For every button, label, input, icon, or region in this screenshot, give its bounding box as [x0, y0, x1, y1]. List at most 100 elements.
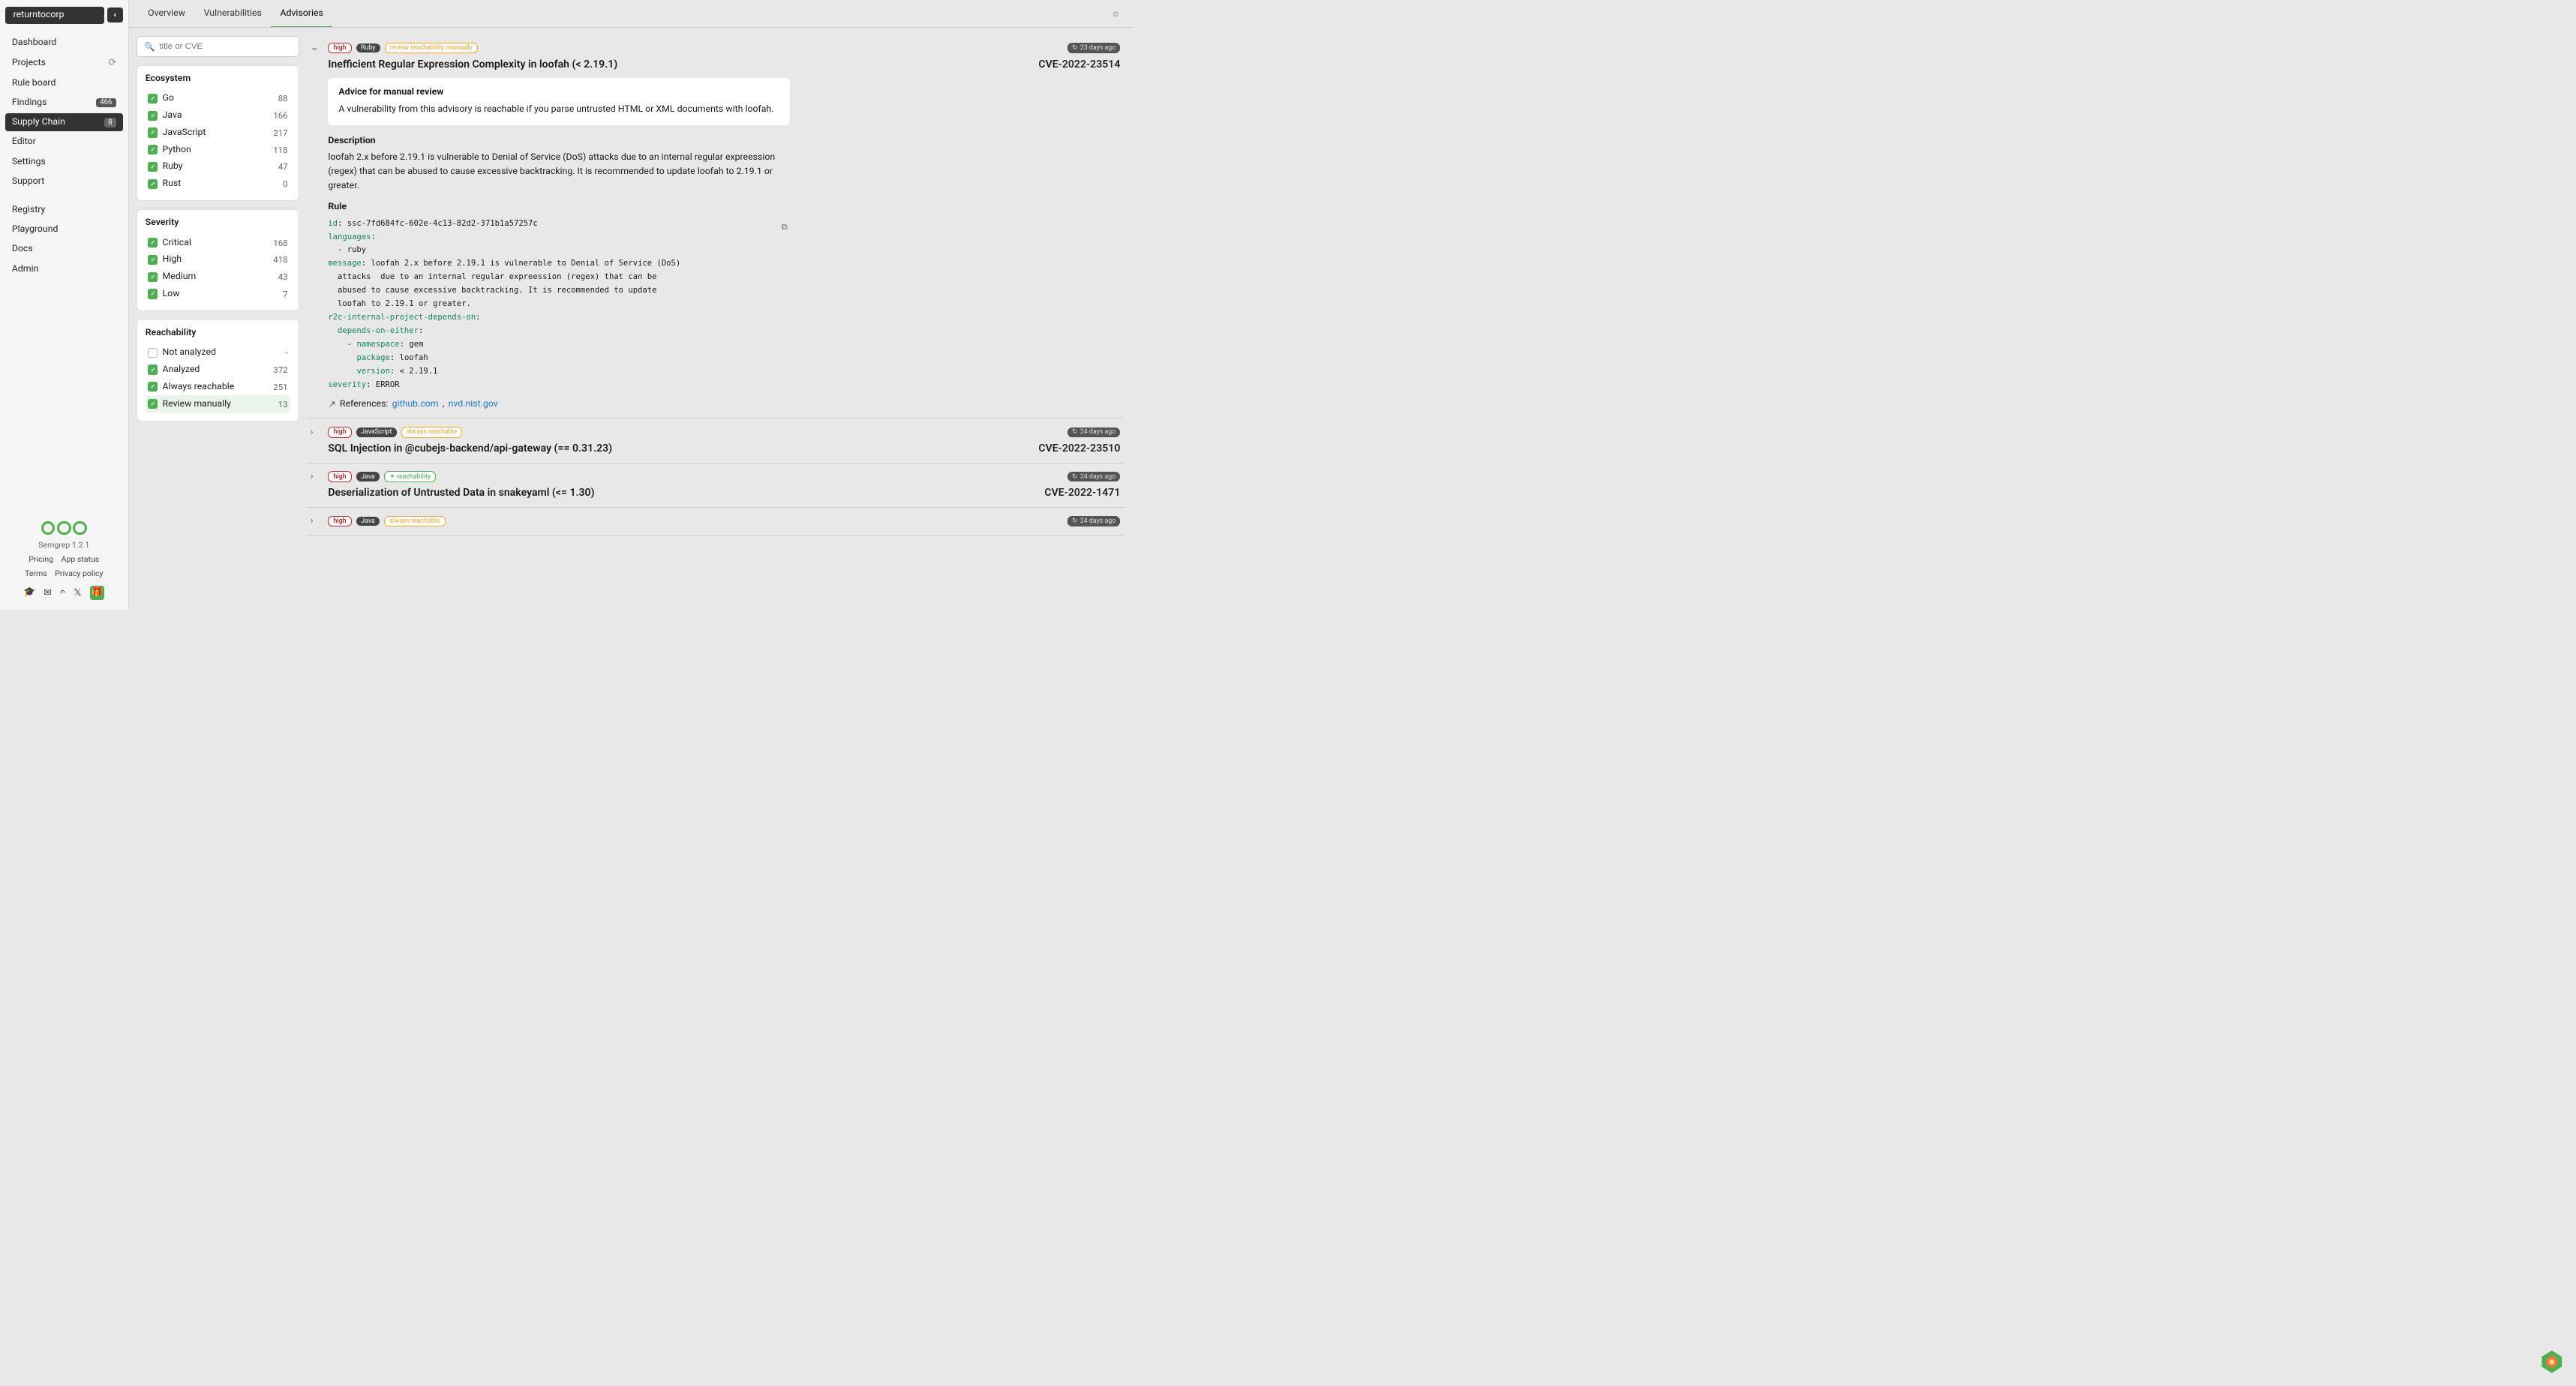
filter-row[interactable]: ✓Rust0 [146, 176, 290, 193]
advisory-title: Inefficient Regular Expression Complexit… [328, 58, 1031, 70]
chevron-down-icon[interactable]: ⌄ [311, 42, 324, 53]
theme-toggle-icon[interactable]: ☼ [1108, 4, 1124, 23]
filter-label: Always reachable [163, 382, 235, 392]
terms-link[interactable]: Terms [25, 568, 47, 578]
filter-row[interactable]: ✓Java166 [146, 107, 290, 124]
filter-row[interactable]: ✓ Always reachable 251 [146, 378, 290, 395]
slack-icon[interactable]: 𝄐 [60, 587, 65, 598]
clock-icon: ↻ [1072, 428, 1077, 436]
nav-badge: 466 [96, 98, 116, 108]
filter-count: 418 [273, 254, 287, 265]
nav-label: Support [12, 176, 44, 187]
checkbox[interactable]: ✓ [148, 94, 158, 104]
filters-panel: 🔍 Ecosystem ✓Go88✓Java166✓JavaScript217✓… [129, 28, 308, 610]
reachability-badge: always reachable [384, 516, 446, 527]
sidebar-item-support[interactable]: Support [5, 172, 123, 191]
reachability-badge: review reachability manually [385, 43, 478, 54]
sidebar-item-playground[interactable]: Playground [5, 220, 123, 239]
advice-box: Advice for manual review A vulnerability … [328, 78, 790, 125]
filter-row[interactable]: ✓Go88 [146, 90, 290, 107]
checkbox[interactable]: ✓ [148, 238, 158, 248]
tab-advisories[interactable]: Advisories [271, 0, 332, 27]
tab-overview[interactable]: Overview [139, 0, 195, 27]
reference-link[interactable]: nvd.nist.gov [449, 399, 498, 410]
filter-count: 217 [273, 128, 287, 138]
checkbox[interactable]: ✓ [148, 399, 158, 409]
checkbox[interactable]: ✓ [148, 348, 158, 358]
time-badge: ↻24 days ago [1067, 516, 1121, 526]
checkbox[interactable]: ✓ [148, 289, 158, 298]
advice-title: Advice for manual review [338, 87, 779, 98]
app-status-link[interactable]: App status [62, 554, 100, 564]
copy-icon[interactable]: ⧉ [782, 220, 788, 234]
filter-reachability: Reachability ✓Not analyzed-✓Analyzed372✓… [137, 319, 299, 421]
filter-label: Critical [163, 238, 191, 248]
filter-count: 47 [278, 161, 288, 172]
filter-ecosystem: Ecosystem ✓Go88✓Java166✓JavaScript217✓Py… [137, 65, 299, 202]
filter-row[interactable]: ✓Python118 [146, 141, 290, 158]
collapse-sidebar-button[interactable]: « [107, 8, 122, 22]
checkbox[interactable]: ✓ [148, 364, 158, 374]
reference-link[interactable]: github.com [392, 399, 439, 410]
sidebar-item-admin[interactable]: Admin [5, 260, 123, 278]
time-badge: ↻24 days ago [1067, 472, 1121, 482]
filter-row[interactable]: ✓ Ruby 47 [146, 158, 290, 176]
checkbox[interactable]: ✓ [148, 179, 158, 189]
chevron-right-icon[interactable]: › [311, 471, 324, 482]
filter-label: JavaScript [163, 128, 206, 138]
search-input[interactable] [159, 42, 292, 51]
nav-label: Projects [12, 58, 46, 68]
sidebar-item-findings[interactable]: Findings466 [5, 94, 123, 112]
filter-row[interactable]: ✓Critical168 [146, 234, 290, 251]
checkbox[interactable]: ✓ [148, 145, 158, 154]
chevron-right-icon[interactable]: › [311, 427, 324, 438]
filter-label: Ruby [163, 161, 183, 172]
mail-icon[interactable]: ✉ [44, 587, 51, 598]
help-fab-icon[interactable] [2539, 1349, 2564, 1374]
sidebar-item-supply-chain[interactable]: Supply Chain8 [5, 113, 123, 132]
sidebar-item-projects[interactable]: Projects⟳ [5, 53, 123, 73]
checkbox[interactable]: ✓ [148, 111, 158, 121]
checkbox[interactable]: ✓ [148, 162, 158, 172]
nav-label: Admin [12, 264, 39, 274]
graduation-icon[interactable]: 🎓 [24, 587, 35, 598]
filter-severity: Severity ✓Critical168✓High418✓Medium43✓L… [137, 209, 299, 311]
sidebar-item-editor[interactable]: Editor [5, 133, 123, 152]
filter-count: 372 [273, 364, 287, 375]
description-text: loofah 2.x before 2.19.1 is vulnerable t… [328, 151, 790, 194]
filter-row[interactable]: ✓ JavaScript 217 [146, 124, 290, 142]
main: Overview Vulnerabilities Advisories ☼ 🔍 … [129, 0, 1133, 610]
filter-count: 251 [273, 382, 287, 392]
advisory-title: Deserialization of Untrusted Data in sna… [328, 487, 1037, 499]
twitter-icon[interactable]: 𝕏 [74, 587, 81, 598]
filter-row[interactable]: ✓High418 [146, 251, 290, 268]
cve-id: CVE-2022-23514 [1038, 58, 1120, 70]
filter-count: 0 [283, 178, 287, 189]
checkbox[interactable]: ✓ [148, 255, 158, 265]
filter-row[interactable]: ✓Not analyzed- [146, 344, 290, 362]
pricing-link[interactable]: Pricing [29, 554, 53, 564]
sidebar-item-rule-board[interactable]: Rule board [5, 74, 123, 92]
advice-text: A vulnerability from this advisory is re… [338, 103, 779, 116]
org-name[interactable]: returntocorp [5, 7, 104, 24]
sidebar: returntocorp « DashboardProjects⟳ Rule bo… [0, 0, 129, 610]
filter-row[interactable]: ✓Analyzed372 [146, 362, 290, 379]
checkbox[interactable]: ✓ [148, 128, 158, 137]
tab-vulnerabilities[interactable]: Vulnerabilities [194, 0, 271, 27]
filter-row[interactable]: ✓Low7 [146, 286, 290, 303]
checkbox[interactable]: ✓ [148, 382, 158, 392]
gift-icon[interactable]: 🎁 [90, 586, 104, 600]
filter-row[interactable]: ✓Medium43 [146, 268, 290, 286]
privacy-link[interactable]: Privacy policy [55, 568, 103, 578]
sidebar-item-dashboard[interactable]: Dashboard [5, 34, 123, 52]
chevron-right-icon[interactable]: › [311, 515, 324, 526]
search-box[interactable]: 🔍 [137, 36, 299, 57]
nav-label: Rule board [12, 78, 56, 88]
sidebar-item-registry[interactable]: Registry [5, 200, 123, 219]
checkbox[interactable]: ✓ [148, 272, 158, 282]
sidebar-item-settings[interactable]: Settings [5, 152, 123, 171]
filter-title: Reachability [146, 328, 290, 338]
clock-icon: ↻ [1072, 473, 1077, 481]
sidebar-item-docs[interactable]: Docs [5, 240, 123, 259]
filter-row[interactable]: ✓Review manually13 [146, 395, 290, 412]
